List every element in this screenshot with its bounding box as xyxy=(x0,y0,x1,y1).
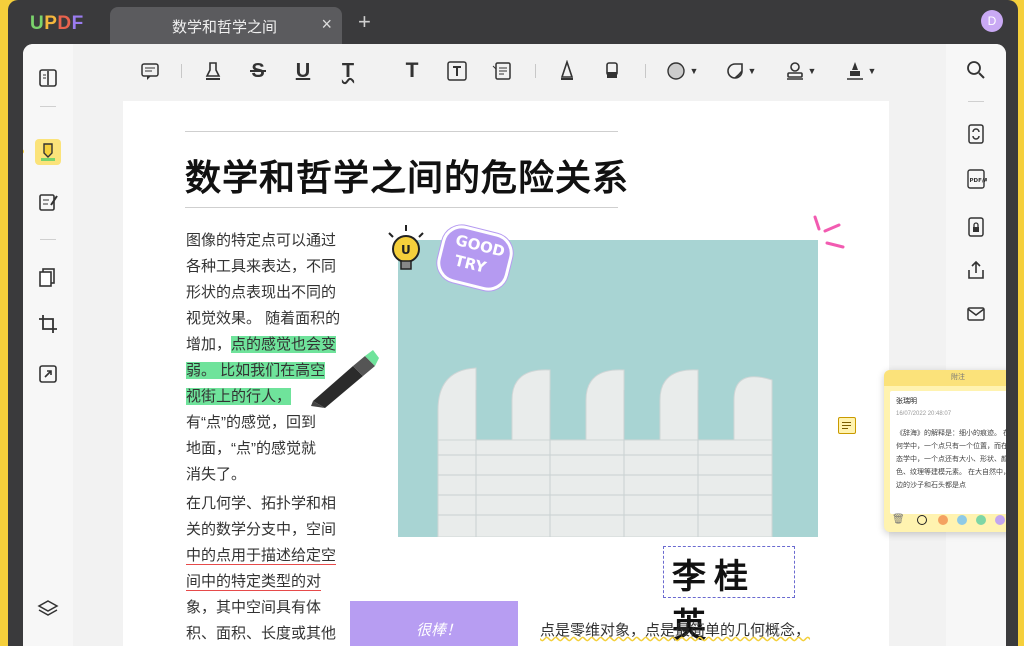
toolbar-divider xyxy=(535,64,536,78)
tab-document[interactable]: 数学和哲学之间 × xyxy=(110,7,342,44)
text-line: 各种工具来表达，不同 xyxy=(186,258,337,275)
toolbar-divider xyxy=(181,64,182,78)
title-rule-top xyxy=(185,131,618,132)
active-indicator xyxy=(23,149,24,154)
text-line: 象，其中空间具有体 xyxy=(186,599,322,616)
email-icon[interactable] xyxy=(963,301,989,327)
purple-note-text: 很棒！ xyxy=(416,622,462,639)
text-callout-icon[interactable] xyxy=(490,58,514,84)
protect-icon[interactable] xyxy=(963,214,989,240)
highlighter-marker-sticker xyxy=(311,350,379,408)
note-marker-icon[interactable] xyxy=(838,417,856,434)
color-dot-blue[interactable] xyxy=(957,515,967,525)
crop-icon[interactable] xyxy=(35,311,61,337)
chevron-down-icon: ▼ xyxy=(747,66,757,76)
annotation-toolbar: S U T T ▼ ▼ ▼ ▼ xyxy=(73,44,946,96)
color-dot-black[interactable] xyxy=(917,515,927,525)
underlined-text[interactable]: 中的点用于描述给定空 xyxy=(186,547,337,565)
pdfa-icon[interactable]: PDF/A xyxy=(963,166,989,192)
lightbulb-sticker: U xyxy=(388,225,424,270)
text-line: 视觉效果。 随着面积的 xyxy=(186,310,341,327)
note-author: 张瑞明 xyxy=(896,398,917,405)
new-tab-button[interactable]: + xyxy=(358,11,371,33)
textbox-icon[interactable] xyxy=(445,58,469,84)
text-line: 关的数学分支中，空间 xyxy=(186,521,337,538)
sparkle-decoration xyxy=(813,215,845,249)
comment-tool-icon[interactable] xyxy=(35,139,61,165)
text-line: 间中的特定类型的对 xyxy=(186,569,366,595)
text-line: 在几何学、拓扑学和相 xyxy=(186,495,337,512)
divider xyxy=(40,239,56,240)
paragraph-text: 点是零维对象，点是最简单的几何概念， xyxy=(540,622,811,639)
layers-icon[interactable] xyxy=(35,596,61,622)
tab-close-icon[interactable]: × xyxy=(321,14,332,35)
bottom-paragraph: 点是零维对象，点是最简单的几何概念， xyxy=(540,619,810,640)
chevron-down-icon: ▼ xyxy=(689,66,699,76)
text-line: 中的点用于描述给定空 xyxy=(186,543,366,569)
note-body-text: 《辞海》的解释是：细小的痕迹。 在几何学中，一个点只有一个位置，而在形态学中，一… xyxy=(896,430,1006,489)
note-color-bar: 🗑 xyxy=(884,514,1006,526)
text-line: 图像的特定点可以通过 xyxy=(186,232,337,249)
text-line: 积、面积、长度或其他 xyxy=(186,625,337,642)
underlined-text[interactable]: 间中的特定类型的对 xyxy=(186,573,322,591)
text-line: 地面，“点”的感觉就 xyxy=(186,440,316,457)
highlight-icon[interactable] xyxy=(201,58,225,84)
highlighted-text[interactable]: 视街上的行人， xyxy=(186,388,292,405)
document-title: 数学和哲学之间的危险关系 xyxy=(185,157,630,198)
shape-dropdown[interactable]: ▼ xyxy=(665,58,699,84)
color-dot-purple[interactable] xyxy=(995,515,1005,525)
app-area: S U T T ▼ ▼ ▼ ▼ PDF/A 数学和哲学之间的危险关系 图像的特定… xyxy=(23,44,1006,646)
right-sidebar: PDF/A xyxy=(946,44,1006,646)
pdf-page: 数学和哲学之间的危险关系 图像的特定点可以通过 各种工具来表达，不同 形状的点表… xyxy=(123,101,889,646)
ocr-icon[interactable] xyxy=(963,121,989,147)
text-span: 增加， xyxy=(186,336,232,353)
purple-text-note[interactable]: 很棒！ xyxy=(350,601,518,646)
pencil-icon[interactable] xyxy=(555,58,579,84)
text-icon[interactable]: T xyxy=(400,58,424,84)
note-popup[interactable]: 附注 张瑞明 16/07/2022 20:48:07 《辞海》的解释是：细小的痕… xyxy=(884,370,1006,532)
title-rule-bottom xyxy=(185,207,618,208)
share-icon[interactable] xyxy=(963,257,989,283)
comment-icon[interactable] xyxy=(138,58,162,84)
title-bar: UPDF 数学和哲学之间 × + D xyxy=(8,0,1018,44)
updf-logo: UPDF xyxy=(30,13,84,34)
divider xyxy=(40,106,56,107)
convert-icon[interactable] xyxy=(35,361,61,387)
note-date: 16/07/2022 20:48:07 xyxy=(896,411,952,417)
signature-dropdown[interactable]: ▼ xyxy=(843,58,877,84)
svg-text:PDF/A: PDF/A xyxy=(970,178,988,184)
chevron-down-icon: ▼ xyxy=(867,66,877,76)
color-dot-orange[interactable] xyxy=(938,515,948,525)
chevron-down-icon: ▼ xyxy=(807,66,817,76)
eraser-icon[interactable] xyxy=(600,58,624,84)
left-column-text: 图像的特定点可以通过 各种工具来表达，不同 形状的点表现出不同的 视觉效果。 随… xyxy=(186,228,366,646)
divider xyxy=(968,101,984,102)
note-content[interactable]: 张瑞明 16/07/2022 20:48:07 《辞海》的解释是：细小的痕迹。 … xyxy=(890,391,1006,514)
squiggly-icon[interactable]: T xyxy=(336,58,360,84)
avatar[interactable]: D xyxy=(981,10,1003,32)
tab-title: 数学和哲学之间 xyxy=(172,19,278,36)
organize-pages-icon[interactable] xyxy=(35,264,61,290)
trash-icon[interactable]: 🗑 xyxy=(892,514,905,525)
underline-icon[interactable]: U xyxy=(291,58,315,84)
left-sidebar xyxy=(23,44,73,646)
bulb-letter: U xyxy=(401,243,411,257)
stamp-dropdown[interactable]: ▼ xyxy=(783,58,817,84)
text-line: 形状的点表现出不同的 xyxy=(186,284,337,301)
signature-box[interactable]: 李桂英 xyxy=(663,546,795,646)
search-icon[interactable] xyxy=(963,57,989,83)
toolbar-divider xyxy=(645,64,646,78)
strikethrough-icon[interactable]: S xyxy=(246,58,270,84)
sticker-dropdown[interactable]: ▼ xyxy=(723,58,757,84)
note-header: 附注 xyxy=(884,370,1006,386)
text-line: 消失了。 xyxy=(186,466,247,483)
reader-icon[interactable] xyxy=(35,65,61,91)
edit-text-icon[interactable] xyxy=(35,189,61,215)
color-dot-green[interactable] xyxy=(976,515,986,525)
